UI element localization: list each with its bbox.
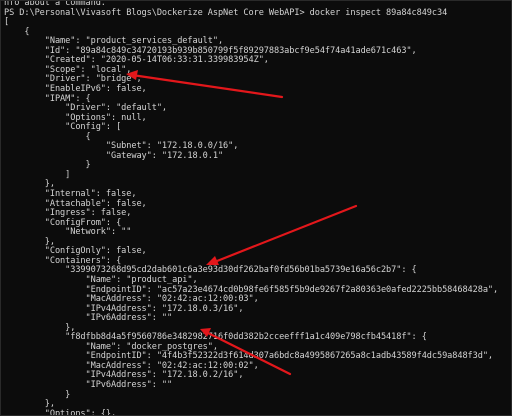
terminal-line: "f8dfbb8d4a5f9560786e3482982716f0dd382b2… [4,332,427,343]
terminal-line: "Attachable": false, [4,198,147,209]
terminal-line: "IPv6Address": "" [4,313,173,324]
terminal-line: "EndpointID": "4f4b3f52322d3f614d307a6bd… [4,351,494,362]
terminal-line: "IPAM": { [4,93,91,104]
terminal-line: "Created": "2020-05-14T06:33:31.33998395… [4,55,269,66]
terminal-line: "Driver": "default", [4,103,168,114]
terminal-line: "Network": "" [4,227,132,238]
terminal-line: "Options": {}, [4,408,117,416]
terminal-line: "Driver": "bridge", [4,74,142,85]
terminal-line: "ConfigOnly": false, [4,246,147,257]
terminal-line: "3399073268d95cd2dab601c6a3e93d30df262ba… [4,265,417,276]
terminal-line: }, [4,179,55,190]
terminal-line: "ConfigFrom": { [4,217,122,228]
terminal-line: "Internal": false, [4,189,137,199]
terminal-line: "EnableIPv6": false, [4,83,147,94]
terminal-window[interactable]: nfo about a command. PS D:\Personal\Vivas… [0,0,512,416]
terminal-line: [ [4,17,10,28]
terminal-line: }, [4,236,55,247]
terminal-line: "IPv6Address": "" [4,380,173,390]
terminal-line: "Name": "docker_postgres", [4,341,219,352]
terminal-line: "Config": [ [4,122,122,133]
terminal-line: "IPv4Address": "172.18.0.3/16", [4,303,244,314]
terminal-line: "Name": "product_api", [4,274,198,285]
terminal-line: }, [4,322,76,333]
terminal-line: PS D:\Personal\Vivasoft Blogs\Dockerize … [4,7,448,18]
terminal-line: "EndpointID": "ac57a23e4674cd0b98fe6f585… [4,284,499,295]
terminal-line: }, [4,399,55,410]
terminal-line: "Containers": { [4,255,122,266]
terminal-line: "Name": "product_services_default", [4,36,224,47]
terminal-line: { [4,26,30,37]
terminal-line: "MacAddress": "02:42:ac:12:00:03", [4,294,259,305]
terminal-line: "MacAddress": "02:42:ac:12:00:02", [4,360,259,371]
terminal-line: "Gateway": "172.18.0.1" [4,150,224,161]
terminal-line: "Id": "89a84c849c34720193b939b850799f5f8… [4,45,417,56]
terminal-line: } [4,389,71,400]
terminal-line: "Ingress": false, [4,208,132,219]
terminal-line: } [4,160,91,171]
terminal-line: "Subnet": "172.18.0.0/16", [4,141,239,152]
terminal-line: { [4,131,91,142]
terminal-line: "Options": null, [4,112,147,123]
terminal-line: "IPv4Address": "172.18.0.2/16", [4,370,244,381]
terminal-line: ] [4,169,71,180]
terminal-line: "Scope": "local", [4,64,132,75]
